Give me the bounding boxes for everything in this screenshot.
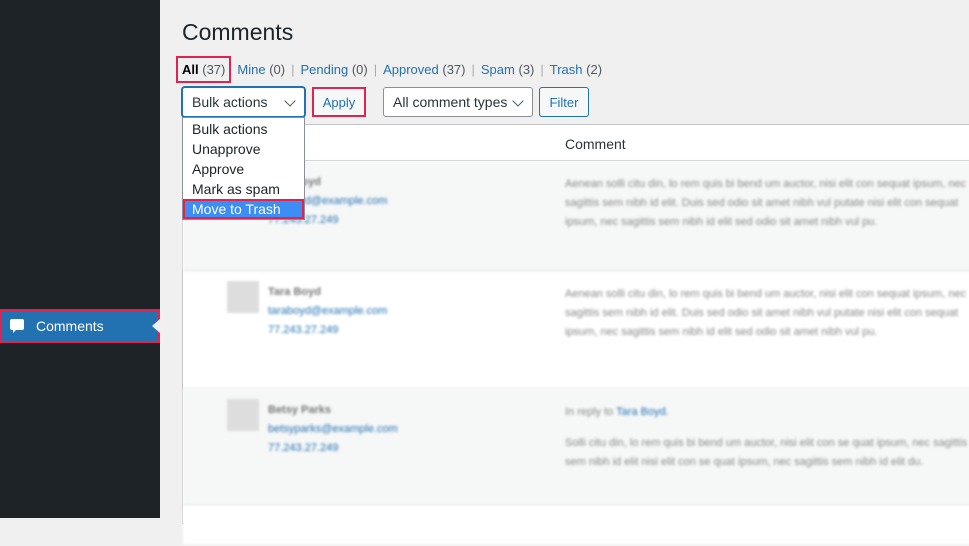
author-email[interactable]: betsyparks@example.com — [268, 420, 398, 439]
chevron-down-icon — [512, 95, 524, 107]
author-name: Betsy Parks — [268, 404, 331, 416]
filter-count: (3) — [518, 62, 535, 77]
comment-text: In reply to Tara Boyd. Solli citu din, lo… — [565, 403, 969, 472]
sidebar-item-comments[interactable]: Comments — [0, 309, 160, 343]
filter-count: (0) — [269, 62, 286, 77]
bulk-option[interactable]: Mark as spam — [183, 179, 304, 199]
author-email[interactable]: taraboyd@example.com — [268, 302, 387, 321]
bulk-actions-select[interactable]: Bulk actions — [182, 87, 305, 117]
filter-all[interactable]: All (37) — [175, 56, 232, 83]
table-row — [183, 506, 969, 546]
separator: | — [471, 62, 475, 77]
separator: | — [540, 62, 544, 77]
comment-text: Aenean solli citu din, lo rem quis bi be… — [565, 285, 969, 342]
author-ip[interactable]: 77.243.27.249 — [268, 321, 387, 340]
filter-pending[interactable]: Pending (0) — [300, 62, 367, 81]
filter-label: Trash — [549, 62, 583, 77]
bulk-option[interactable]: Approve — [183, 159, 304, 179]
sidebar-item-label: Comments — [36, 318, 104, 334]
column-comment[interactable]: Comment — [565, 136, 626, 152]
table-row: Betsy Parks betsyparks@example.com 77.243.… — [183, 389, 969, 506]
chevron-down-icon — [284, 95, 296, 107]
filter-spam[interactable]: Spam (3) — [481, 62, 534, 81]
author-name: Tara Boyd — [268, 286, 321, 298]
reply-to-link[interactable]: Tara Boyd. — [616, 406, 669, 418]
comment-bubble-icon — [10, 319, 26, 333]
reply-prefix: In reply to — [565, 406, 614, 418]
page-title: Comments — [182, 19, 294, 45]
comment-body: Aenean solli citu din, lo rem quis bi be… — [565, 178, 967, 228]
bulk-option[interactable]: Bulk actions — [183, 119, 304, 139]
filter-label: Pending — [300, 62, 349, 77]
comment-author: Tara Boyd taraboyd@example.com77.243.27.2… — [268, 283, 387, 340]
filter-approved[interactable]: Approved (37) — [383, 62, 465, 81]
filter-trash[interactable]: Trash (2) — [550, 62, 602, 81]
comment-author: Betsy Parks betsyparks@example.com 77.243.… — [268, 401, 398, 458]
comment-body: Aenean solli citu din, lo rem quis bi be… — [565, 288, 967, 338]
comment-types-value: All comment types — [393, 94, 508, 110]
author-ip[interactable]: 77.243.27.249 — [268, 439, 398, 458]
avatar — [227, 399, 259, 431]
apply-button[interactable]: Apply — [312, 87, 366, 117]
filter-label: Mine — [237, 62, 266, 77]
current-indicator — [152, 319, 160, 333]
filter-label: Approved — [383, 62, 439, 77]
comment-text: Aenean solli citu din, lo rem quis bi be… — [565, 175, 969, 232]
table-row: Tara Boyd taraboyd@example.com77.243.27.2… — [183, 271, 969, 389]
filter-label: Spam — [480, 62, 515, 77]
filter-count: (37) — [202, 62, 226, 77]
filter-count: (37) — [442, 62, 466, 77]
bulk-actions-value: Bulk actions — [192, 94, 268, 110]
filter-mine[interactable]: Mine (0) — [237, 62, 285, 81]
filter-count: (0) — [351, 62, 368, 77]
status-filter-links: All (37) Mine (0) | Pending (0) | Approved (3… — [175, 56, 602, 83]
filter-button[interactable]: Filter — [539, 87, 589, 117]
separator: | — [373, 62, 378, 77]
bulk-option[interactable]: Move to Trash — [183, 199, 304, 219]
filter-count: (2) — [586, 62, 603, 77]
bulk-option[interactable]: Unapprove — [183, 139, 304, 159]
reply-line: In reply to Tara Boyd. — [565, 403, 969, 422]
comment-types-select[interactable]: All comment types — [383, 87, 533, 117]
avatar — [227, 281, 259, 313]
bulk-actions-dropdown: Bulk actions Unapprove Approve Mark as spam… — [182, 117, 305, 220]
filter-label: All — [182, 62, 199, 77]
separator: | — [291, 62, 295, 77]
admin-sidebar: Comments — [0, 0, 160, 518]
comment-body: Solli citu din, lo rem quis bi bend um a… — [565, 437, 968, 468]
